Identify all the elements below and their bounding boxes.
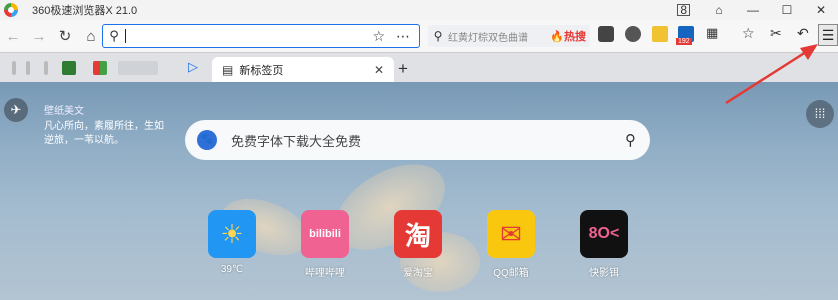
extension-count-badge: 192 xyxy=(676,38,692,45)
more-icon[interactable]: ⋯ xyxy=(396,28,411,45)
main-menu-button[interactable]: ☰ xyxy=(818,24,838,46)
shortcut-qqmail[interactable]: ✉ QQ邮箱 xyxy=(481,210,541,279)
extension-icon-3[interactable] xyxy=(652,26,668,42)
app-logo-icon xyxy=(4,3,18,17)
taobao-icon: 淘 xyxy=(394,210,442,258)
forward-button[interactable]: → xyxy=(26,28,52,45)
wallpaper-poem: 凡心所向，素履所往，生如逆旅，一苇以航。 xyxy=(44,121,164,146)
search-icon: ⚲ xyxy=(109,28,119,43)
tab-label: 新标签页 xyxy=(239,65,284,77)
shortcut-weather[interactable]: ☀ 39℃ xyxy=(202,210,262,275)
baidu-paw-icon[interactable]: 🐾 xyxy=(197,130,217,150)
shortcut-label: 快影铒 xyxy=(589,268,619,279)
search-box[interactable]: 🐾 免费字体下载大全免费 ⚲ xyxy=(185,120,650,160)
hot-search-label[interactable]: 🔥热搜 xyxy=(550,28,586,44)
shortcut-kuaiying[interactable]: 8O< 快影铒 xyxy=(574,210,634,279)
pinned-tab-4[interactable] xyxy=(62,61,76,75)
address-bar[interactable]: ⚲ ☆ ⋯ xyxy=(102,24,420,48)
play-icon[interactable]: ▷ xyxy=(188,59,198,75)
extension-icon-1[interactable] xyxy=(598,26,614,42)
tab-bar: ▷ ▤ 新标签页 ✕ + xyxy=(0,52,838,83)
close-tab-icon[interactable]: ✕ xyxy=(374,63,384,77)
window-title: 360极速浏览器X 21.0 xyxy=(32,5,138,17)
shortcut-label: QQ邮箱 xyxy=(493,268,529,279)
new-tab-button[interactable]: + xyxy=(398,59,408,79)
reload-button[interactable]: ↻ xyxy=(52,27,78,45)
side-search-text: 红黄灯棕双色曲谱 xyxy=(448,32,528,44)
apps-grid-icon[interactable]: ⁞⁞⁞ xyxy=(806,100,834,128)
counter-badge[interactable]: 8 xyxy=(677,4,690,16)
pinned-tab-microsoft[interactable] xyxy=(93,61,107,75)
grid-icon[interactable]: ▦ xyxy=(706,25,718,41)
kuaiying-icon: 8O< xyxy=(580,210,628,258)
undo-icon[interactable]: ↶ xyxy=(797,25,809,42)
maximize-button[interactable]: ☐ xyxy=(770,3,804,17)
pinned-tab-2[interactable] xyxy=(26,61,30,75)
new-tab-page: ✈ 壁纸美文 凡心所向，素履所往，生如逆旅，一苇以航。 ⁞⁞⁞ 🐾 免费字体下载… xyxy=(0,82,838,300)
cut-icon[interactable]: ✂ xyxy=(770,25,782,42)
shortcut-taobao[interactable]: 淘 爱淘宝 xyxy=(388,210,448,279)
search-icon: ⚲ xyxy=(433,29,443,43)
wallpaper-title: 壁纸美文 xyxy=(44,106,84,117)
favorites-icon[interactable]: ☆ xyxy=(742,25,755,42)
shortcut-label: 爱淘宝 xyxy=(403,268,433,279)
skin-icon[interactable]: ⌂ xyxy=(702,3,736,17)
close-window-button[interactable]: ✕ xyxy=(804,3,838,17)
wallpaper-icon[interactable]: ✈ xyxy=(4,98,28,122)
window-controls: 8 ⌂ — ☐ ✕ xyxy=(677,0,838,20)
bilibili-icon: bilibili xyxy=(301,210,349,258)
pinned-tab-6[interactable] xyxy=(118,61,158,75)
bookmark-star-icon[interactable]: ☆ xyxy=(372,28,385,45)
tab-new-tab[interactable]: ▤ 新标签页 ✕ xyxy=(212,57,394,83)
search-placeholder[interactable]: 免费字体下载大全免费 xyxy=(231,131,361,150)
mail-icon: ✉ xyxy=(487,210,535,258)
text-caret xyxy=(125,29,126,43)
home-button[interactable]: ⌂ xyxy=(78,28,104,45)
pinned-tab-1[interactable] xyxy=(12,61,16,75)
shortcut-bilibili[interactable]: bilibili 哔哩哔哩 xyxy=(295,210,355,279)
sun-icon: ☀ xyxy=(208,210,256,258)
side-search-box[interactable]: ⚲ 红黄灯棕双色曲谱 🔥热搜 xyxy=(428,25,590,47)
shortcut-label: 39℃ xyxy=(220,264,244,275)
title-bar: 360极速浏览器X 21.0 8 ⌂ — ☐ ✕ xyxy=(0,0,838,20)
back-button[interactable]: ← xyxy=(0,28,26,45)
minimize-button[interactable]: — xyxy=(736,3,770,17)
pinned-tab-3[interactable] xyxy=(44,61,48,75)
search-icon[interactable]: ⚲ xyxy=(625,131,636,149)
extension-icon-2[interactable] xyxy=(625,26,641,42)
shortcut-label: 哔哩哔哩 xyxy=(305,268,345,279)
page-icon: ▤ xyxy=(222,63,234,77)
